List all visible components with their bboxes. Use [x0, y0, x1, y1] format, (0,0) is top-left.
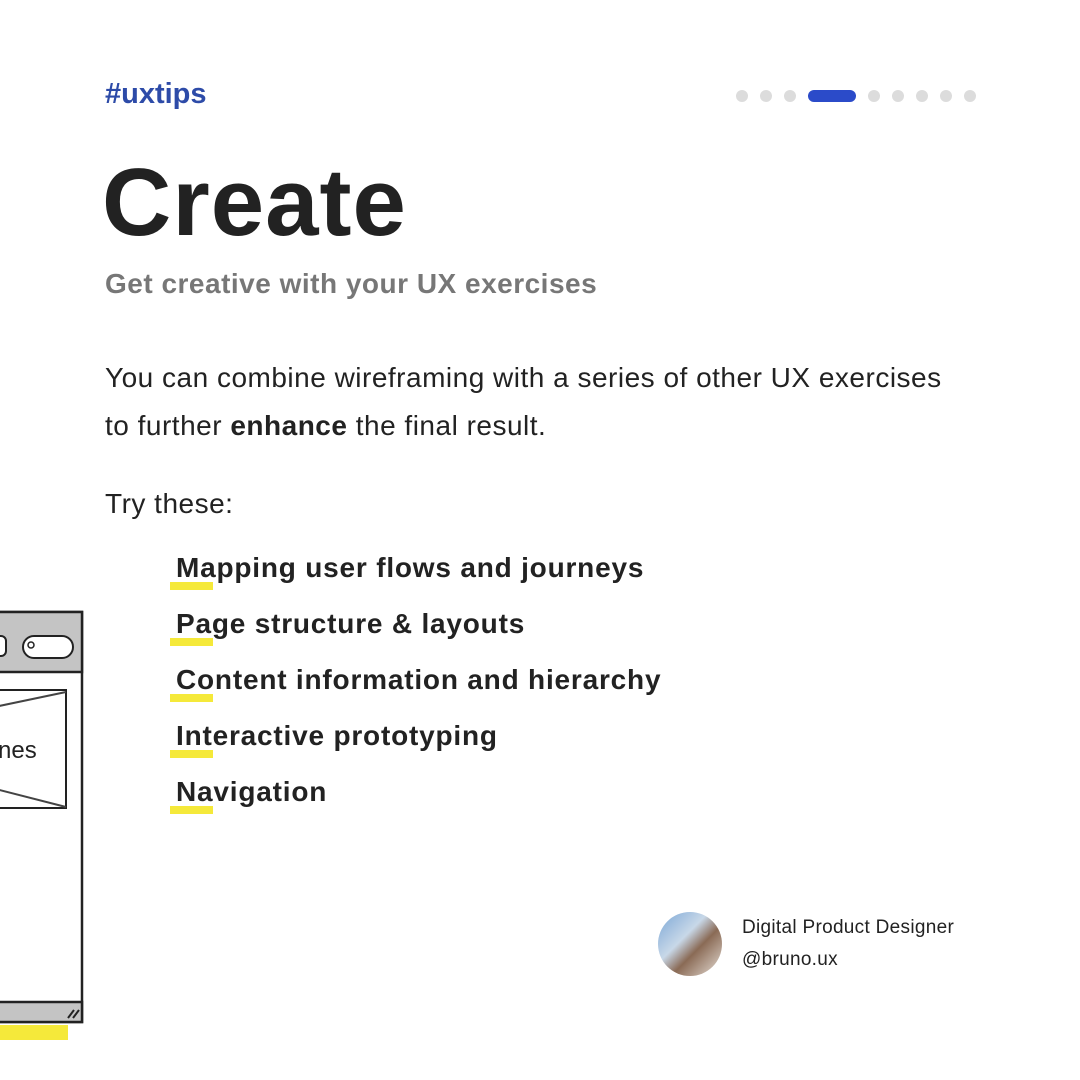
- pagination-dot-active: [808, 90, 856, 102]
- author-role: Digital Product Designer: [742, 917, 955, 938]
- list-item: Navigation: [170, 776, 661, 832]
- list-item-label: Mapping user flows and journeys: [176, 552, 645, 583]
- wireframe-browser-sketch-icon: nes: [0, 610, 84, 1040]
- list-item: Mapping user flows and journeys: [170, 552, 661, 608]
- highlight-mark: [170, 638, 213, 646]
- body-text-part: the final result.: [347, 410, 547, 441]
- body-text: You can combine wireframing with a serie…: [105, 354, 965, 450]
- list-item: Interactive prototyping: [170, 720, 661, 776]
- highlight-mark: [170, 806, 213, 814]
- highlight-mark: [170, 582, 213, 590]
- page-subtitle: Get creative with your UX exercises: [105, 268, 598, 299]
- exercise-list: Mapping user flows and journeys Page str…: [170, 552, 662, 832]
- body-text-bold: enhance: [230, 410, 348, 441]
- list-item: Page structure & layouts: [170, 608, 661, 664]
- pagination-dot: [760, 90, 772, 102]
- try-label: Try these:: [105, 488, 234, 519]
- page-title: Create: [102, 149, 407, 256]
- author-handle: @bruno.ux: [742, 949, 838, 970]
- highlight-mark: [170, 694, 213, 702]
- pagination-dot: [940, 90, 952, 102]
- list-item: Content information and hierarchy: [170, 664, 662, 720]
- pagination-dots: [736, 90, 976, 102]
- pagination-dot: [892, 90, 904, 102]
- list-item-label: Navigation: [176, 776, 328, 807]
- list-item-label: Interactive prototyping: [176, 720, 498, 751]
- pagination-dot: [736, 90, 748, 102]
- pagination-dot: [868, 90, 880, 102]
- author-card: Digital Product Designer @bruno.ux: [658, 912, 954, 976]
- list-item-label: Content information and hierarchy: [176, 664, 662, 695]
- list-item-label: Page structure & layouts: [176, 608, 526, 639]
- highlight-mark: [170, 750, 213, 758]
- hashtag: #uxtips: [105, 78, 207, 110]
- wireframe-text: nes: [0, 737, 37, 764]
- avatar: [658, 912, 722, 976]
- pagination-dot: [964, 90, 976, 102]
- pagination-dot: [916, 90, 928, 102]
- pagination-dot: [784, 90, 796, 102]
